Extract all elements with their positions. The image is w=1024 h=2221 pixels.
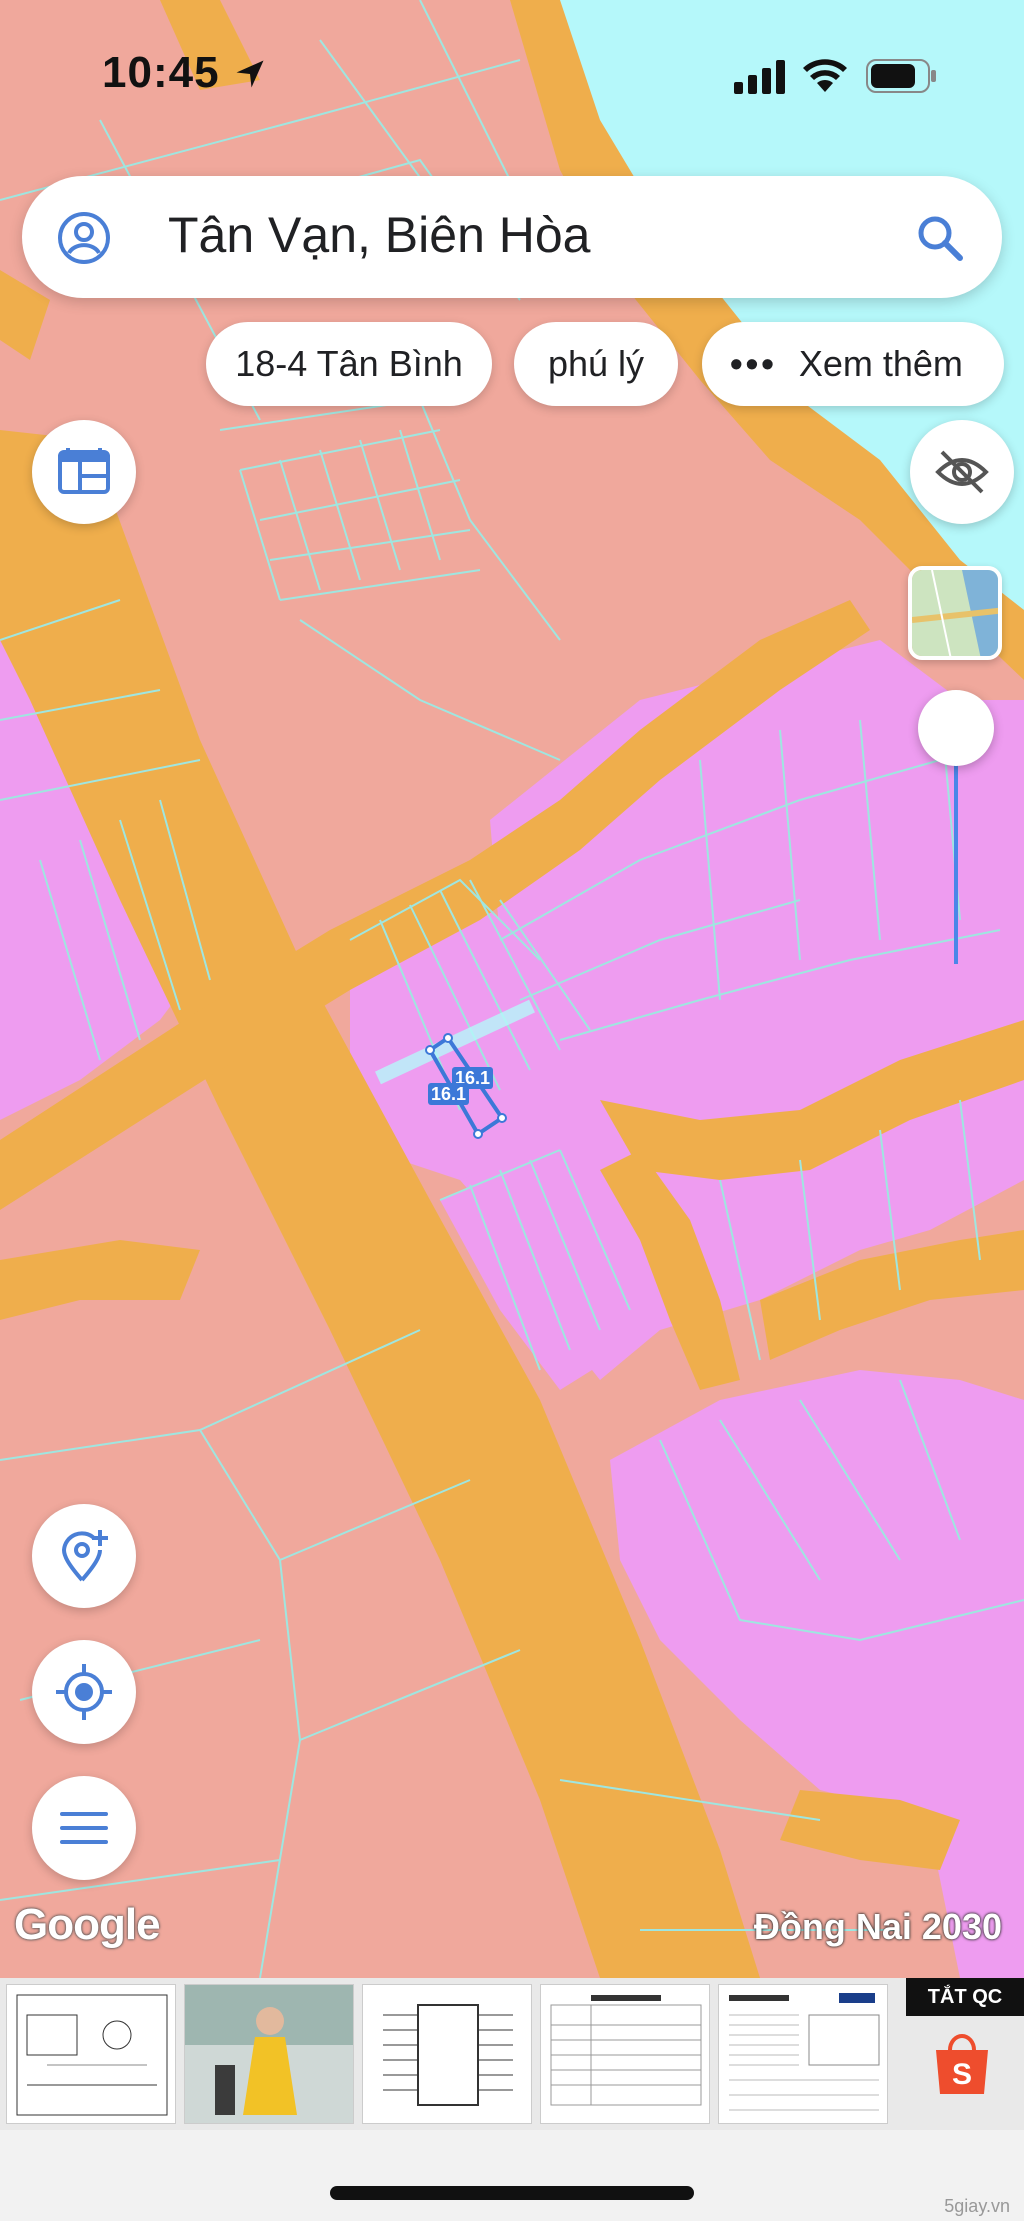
calendar-table-icon: [58, 448, 110, 494]
ad-banner[interactable]: TẮT QC S: [0, 1978, 1024, 2130]
more-dots-icon: •••: [730, 343, 777, 384]
plan-list-button[interactable]: [32, 420, 136, 524]
ad-item[interactable]: [540, 1984, 710, 2124]
chip-recent-search[interactable]: phú lý: [514, 322, 678, 406]
schematic-ad-icon: [16, 1994, 168, 2116]
gps-target-icon: [56, 1664, 112, 1720]
dress-ad-icon: [185, 1985, 353, 2123]
chip-diagram-ad-icon: [383, 2004, 513, 2106]
close-ads-button[interactable]: TẮT QC: [906, 1978, 1024, 2016]
chip-see-more[interactable]: ••• Xem thêm: [702, 322, 1004, 406]
my-location-button[interactable]: [32, 1640, 136, 1744]
home-indicator[interactable]: [330, 2186, 694, 2200]
home-bar-area: [0, 2130, 1024, 2221]
add-location-icon: [61, 1530, 108, 1582]
hamburger-menu-icon: [60, 1812, 108, 1844]
status-bar: 10:45: [0, 0, 1024, 150]
chip-recent-search[interactable]: 18-4 Tân Bình: [206, 322, 492, 406]
eye-off-icon: [935, 450, 989, 494]
add-place-button[interactable]: [32, 1504, 136, 1608]
wifi-icon: [803, 59, 847, 92]
search-icon[interactable]: [912, 210, 968, 266]
battery-icon: [866, 59, 936, 93]
toggle-overlay-button[interactable]: [910, 420, 1014, 524]
product-label-ad-icon: [550, 1995, 702, 2106]
cellular-signal-icon: [734, 60, 785, 94]
measurement-label: 16.1: [428, 1083, 470, 1105]
account-icon[interactable]: [56, 210, 112, 266]
search-input[interactable]: Tân Vạn, Biên Hòa: [168, 206, 591, 264]
location-arrow-icon: [236, 60, 264, 88]
ad-item[interactable]: [184, 1984, 354, 2124]
menu-button[interactable]: [32, 1776, 136, 1880]
satellite-layer-icon: [912, 570, 998, 656]
svg-text:S: S: [952, 2058, 972, 2091]
ad-item[interactable]: [718, 1984, 888, 2124]
ad-item[interactable]: [6, 1984, 176, 2124]
measure-vertex[interactable]: [443, 1033, 453, 1043]
status-time: 10:45: [102, 48, 220, 97]
shopping-bag-icon[interactable]: S: [932, 2032, 992, 2098]
map-layer-thumbnail[interactable]: [908, 566, 1002, 660]
measure-vertex[interactable]: [425, 1045, 435, 1055]
measure-vertex[interactable]: [473, 1129, 483, 1139]
ad-item[interactable]: [362, 1984, 532, 2124]
search-bar[interactable]: Tân Vạn, Biên Hòa: [22, 176, 1002, 298]
google-logo: Google: [14, 1900, 161, 1949]
watermark: 5giay.vn: [944, 2196, 1010, 2216]
measure-vertex[interactable]: [497, 1113, 507, 1123]
plan-caption: Đồng Nai 2030: [753, 1906, 1002, 1947]
opacity-slider-handle[interactable]: [918, 690, 994, 766]
datasheet-ad-icon: [729, 1993, 880, 2111]
chip-see-more-label: Xem thêm: [798, 343, 963, 384]
